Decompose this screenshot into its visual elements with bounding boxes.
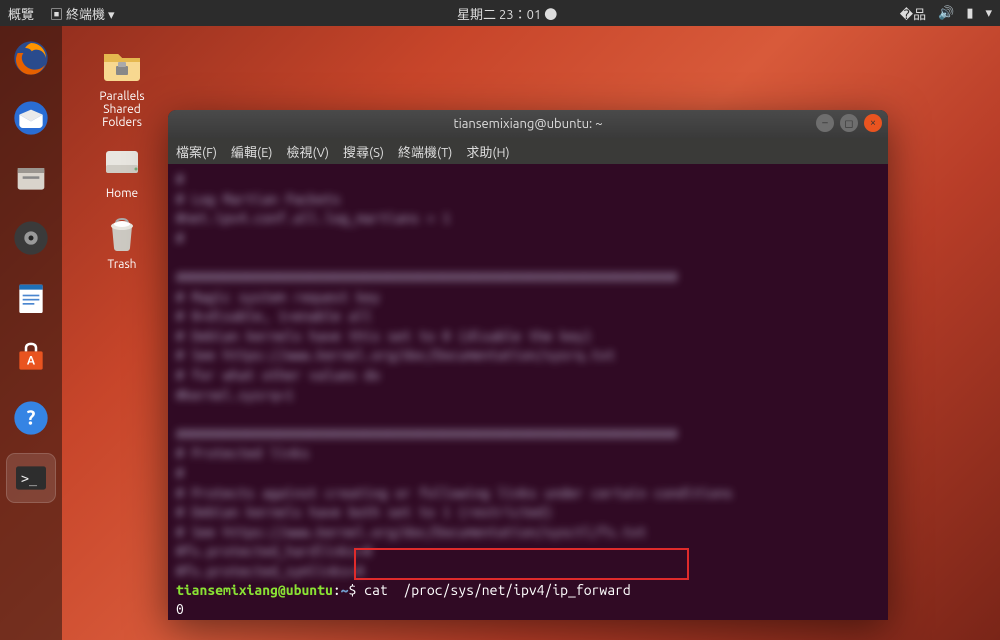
- terminal-line-prompt2: tiansemixiang@ubuntu:~$: [176, 619, 880, 620]
- minimize-button[interactable]: –: [816, 114, 834, 132]
- dock-firefox[interactable]: [7, 34, 55, 82]
- menu-search[interactable]: 搜尋(S): [343, 142, 384, 161]
- terminal-output1: 0: [176, 600, 880, 619]
- dock-terminal[interactable]: >_: [7, 454, 55, 502]
- app-menu[interactable]: ▣ 終端機 ▾: [50, 4, 115, 23]
- app-menu-label: 終端機 ▾: [66, 8, 115, 22]
- desktop-icon-parallels-shared-folders[interactable]: Parallels Shared Folders: [80, 40, 164, 129]
- desktop-icon-trash[interactable]: Trash: [80, 208, 164, 271]
- maximize-button[interactable]: ◻: [840, 114, 858, 132]
- command-text: cat /proc/sys/net/ipv4/ip_forward: [364, 582, 631, 598]
- close-button[interactable]: ×: [864, 114, 882, 132]
- titlebar[interactable]: tiansemixiang@ubuntu: ~ – ◻ ×: [168, 110, 888, 138]
- dock-thunderbird[interactable]: [7, 94, 55, 142]
- svg-text:?: ?: [27, 406, 36, 429]
- terminal-icon: ▣: [50, 8, 63, 22]
- activities-button[interactable]: 概覽: [8, 4, 34, 23]
- volume-indicator-icon[interactable]: 🔊: [938, 6, 954, 21]
- menu-terminal[interactable]: 終端機(T): [398, 142, 452, 161]
- menu-help[interactable]: 求助(H): [466, 142, 509, 161]
- network-indicator-icon[interactable]: �品: [900, 4, 926, 23]
- battery-indicator-icon[interactable]: ▮: [966, 6, 973, 21]
- menu-file[interactable]: 檔案(F): [176, 142, 217, 161]
- desktop-icons: Parallels Shared Folders Home Trash: [80, 40, 164, 271]
- dock-writer[interactable]: [7, 274, 55, 322]
- desktop-icon-label: Home: [106, 187, 138, 200]
- dock: A ? >_: [0, 26, 62, 640]
- svg-text:>_: >_: [21, 472, 38, 487]
- terminal-line-command1: tiansemixiang@ubuntu:~$ cat /proc/sys/ne…: [176, 581, 880, 600]
- folder-remote-icon: [98, 40, 146, 88]
- dock-help[interactable]: ?: [7, 394, 55, 442]
- top-panel: 概覽 ▣ 終端機 ▾ 星期二 23：01 ● �品 🔊 ▮ ▾: [0, 0, 1000, 26]
- terminal-area[interactable]: # # Log Martian Packets #net.ipv4.conf.a…: [168, 164, 888, 620]
- svg-text:A: A: [27, 355, 36, 368]
- dock-rhythmbox[interactable]: [7, 214, 55, 262]
- trash-icon: [98, 208, 146, 256]
- terminal-scrollback-blurred: # # Log Martian Packets #net.ipv4.conf.a…: [176, 170, 880, 581]
- desktop-icon-home[interactable]: Home: [80, 137, 164, 200]
- dock-files[interactable]: [7, 154, 55, 202]
- dock-software[interactable]: A: [7, 334, 55, 382]
- terminal-window: tiansemixiang@ubuntu: ~ – ◻ × 檔案(F) 編輯(E…: [168, 110, 888, 620]
- menu-edit[interactable]: 編輯(E): [231, 142, 272, 161]
- desktop-icon-label: Parallels Shared Folders: [99, 90, 144, 129]
- drive-icon: [98, 137, 146, 185]
- menubar: 檔案(F) 編輯(E) 檢視(V) 搜尋(S) 終端機(T) 求助(H): [168, 138, 888, 164]
- desktop-icon-label: Trash: [107, 258, 136, 271]
- window-title: tiansemixiang@ubuntu: ~: [453, 117, 602, 131]
- menu-view[interactable]: 檢視(V): [287, 142, 329, 161]
- system-menu-icon[interactable]: ▾: [985, 6, 992, 21]
- clock[interactable]: 星期二 23：01 ●: [457, 8, 557, 22]
